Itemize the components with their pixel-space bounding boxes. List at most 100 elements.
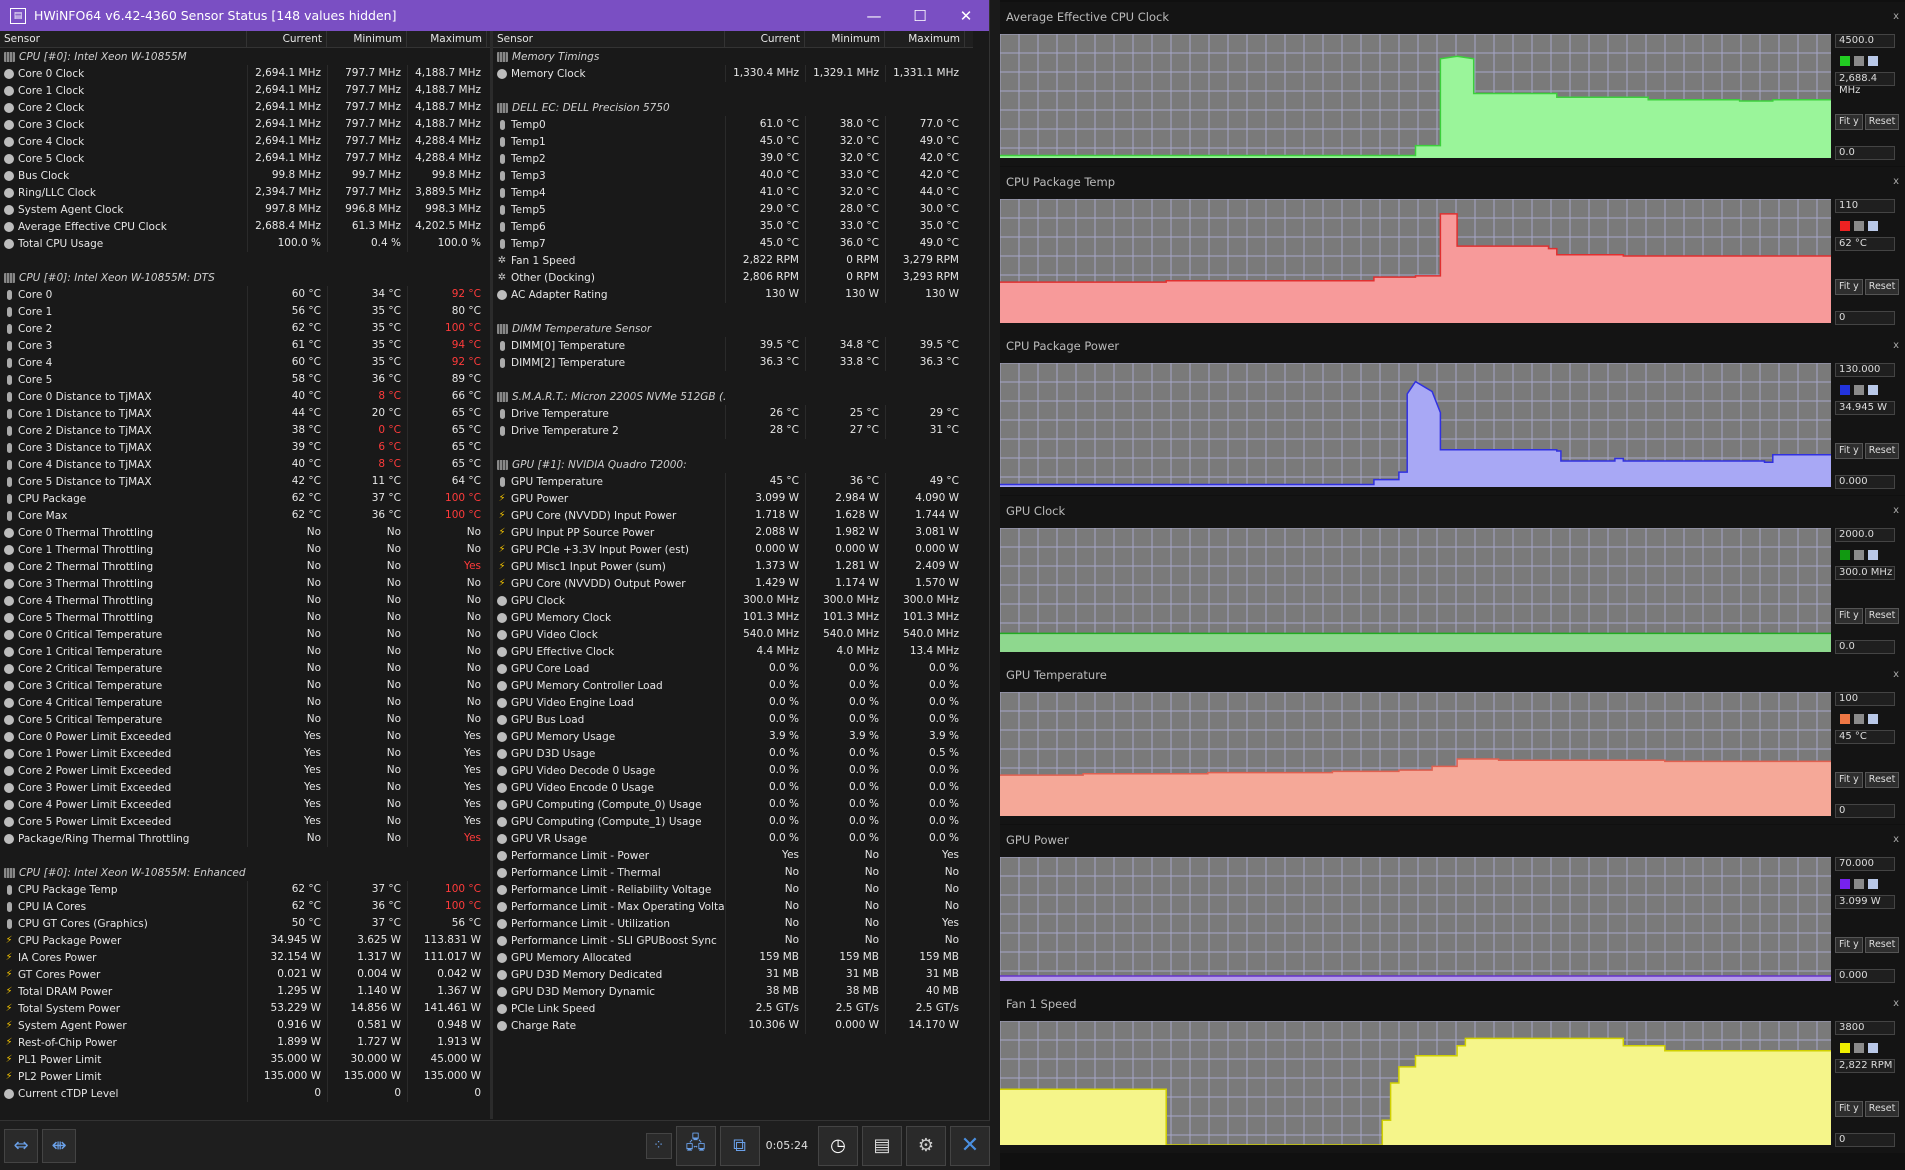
- arrows-left-right-icon[interactable]: ⇔: [4, 1128, 38, 1163]
- sensor-row[interactable]: Core 1 Clock 2,694.1 MHz 797.7 MHz 4,188.7 …: [0, 82, 490, 99]
- series-color-swatch[interactable]: [1840, 549, 1850, 560]
- sensor-row[interactable]: ⚡ IA Cores Power 32.154 W 1.317 W 111.017 W: [0, 949, 490, 966]
- fit-y-button[interactable]: Fit y: [1835, 772, 1863, 788]
- sensor-row[interactable]: ⚡ GPU PCIe +3.3V Input Power (est) 0.000 W…: [493, 541, 973, 558]
- sensor-row[interactable]: ✲ Other (Docking) 2,806 RPM 0 RPM 3,293 RPM: [493, 269, 973, 286]
- bg-swatch[interactable]: [1868, 385, 1878, 395]
- sensor-row[interactable]: ⚡ GPU Core (NVVDD) Input Power 1.718 W 1.62…: [493, 507, 973, 524]
- bg-swatch[interactable]: [1868, 1043, 1878, 1053]
- close-graph-icon[interactable]: x: [1893, 11, 1899, 22]
- close-graph-icon[interactable]: x: [1893, 505, 1899, 516]
- sensor-row[interactable]: Core 2 Clock 2,694.1 MHz 797.7 MHz 4,188.7 …: [0, 99, 490, 116]
- col-minimum[interactable]: Minimum: [805, 31, 885, 47]
- reset-button[interactable]: Reset: [1864, 1101, 1900, 1117]
- report-icon[interactable]: ▤: [862, 1125, 902, 1166]
- sensor-row[interactable]: Core 4 Distance to TjMAX 40 °C 8 °C 65 °C: [0, 456, 490, 473]
- gray-swatch[interactable]: [1854, 385, 1864, 395]
- fit-y-button[interactable]: Fit y: [1835, 1101, 1863, 1117]
- bg-swatch[interactable]: [1868, 878, 1878, 889]
- sensor-row[interactable]: GPU Core Load 0.0 % 0.0 % 0.0 %: [493, 660, 973, 677]
- sensor-row[interactable]: ⚡ Total DRAM Power 1.295 W 1.140 W 1.367 W: [0, 983, 490, 1000]
- gray-swatch[interactable]: [1854, 56, 1864, 66]
- sensor-row[interactable]: System Agent Clock 997.8 MHz 996.8 MHz 998.…: [0, 201, 490, 218]
- col-sensor[interactable]: Sensor: [493, 31, 725, 47]
- col-current[interactable]: Current: [725, 31, 805, 47]
- sensor-row[interactable]: Temp3 40.0 °C 33.0 °C 42.0 °C: [493, 167, 973, 184]
- bg-swatch[interactable]: [1868, 56, 1878, 66]
- sensor-row[interactable]: Core 5 Distance to TjMAX 42 °C 11 °C 64 °C: [0, 473, 490, 490]
- sensor-row[interactable]: Core 0 Distance to TjMAX 40 °C 8 °C 66 °C: [0, 388, 490, 405]
- sensor-row[interactable]: Charge Rate 10.306 W 0.000 W 14.170 W: [493, 1017, 973, 1034]
- sensor-row[interactable]: Package/Ring Thermal Throttling No No Yes: [0, 830, 490, 847]
- sensor-row[interactable]: ⚡ GPU Misc1 Input Power (sum) 1.373 W 1.281…: [493, 558, 973, 575]
- sensor-row[interactable]: Performance Limit - Thermal No No No: [493, 864, 973, 881]
- sensor-row[interactable]: ⚡ GPU Input PP Source Power 2.088 W 1.982 W…: [493, 524, 973, 541]
- network-icon[interactable]: 🖧: [675, 1125, 716, 1166]
- sensor-row[interactable]: Performance Limit - Max Operating Voltag…: [493, 898, 973, 915]
- sensor-row[interactable]: Core 3 Thermal Throttling No No No: [0, 575, 490, 592]
- sensor-row[interactable]: Core 2 62 °C 35 °C 100 °C: [0, 320, 490, 337]
- sensor-row[interactable]: Core 0 60 °C 34 °C 92 °C: [0, 286, 490, 303]
- graph-canvas[interactable]: [1000, 856, 1831, 981]
- sensor-row[interactable]: Temp6 35.0 °C 33.0 °C 35.0 °C: [493, 218, 973, 235]
- gray-swatch[interactable]: [1854, 220, 1864, 231]
- col-sensor[interactable]: Sensor: [0, 31, 247, 47]
- sensor-row[interactable]: ⚡ GT Cores Power 0.021 W 0.004 W 0.042 W: [0, 966, 490, 983]
- col-maximum[interactable]: Maximum: [407, 31, 487, 47]
- sensor-row[interactable]: Core 5 Clock 2,694.1 MHz 797.7 MHz 4,288.4 …: [0, 150, 490, 167]
- sensor-row[interactable]: DIMM[0] Temperature 39.5 °C 34.8 °C 39.5 °C: [493, 337, 973, 354]
- sensor-row[interactable]: GPU VR Usage 0.0 % 0.0 % 0.0 %: [493, 830, 973, 847]
- fit-y-button[interactable]: Fit y: [1835, 443, 1863, 459]
- group-header[interactable]: Memory Timings: [493, 48, 973, 65]
- sensor-row[interactable]: Core 1 Distance to TjMAX 44 °C 20 °C 65 °C: [0, 405, 490, 422]
- series-color-swatch[interactable]: [1840, 1043, 1850, 1053]
- group-header[interactable]: GPU [#1]: NVIDIA Quadro T2000:: [493, 456, 973, 473]
- sensor-row[interactable]: ⚡ GPU Power 3.099 W 2.984 W 4.090 W: [493, 490, 973, 507]
- close-graph-icon[interactable]: x: [1893, 669, 1899, 680]
- fit-y-button[interactable]: Fit y: [1835, 607, 1863, 624]
- sensor-row[interactable]: GPU Video Clock 540.0 MHz 540.0 MHz 540.0 M…: [493, 626, 973, 643]
- sensor-row[interactable]: CPU Package Temp 62 °C 37 °C 100 °C: [0, 881, 490, 898]
- group-header[interactable]: S.M.A.R.T.: Micron 2200S NVMe 512GB (...: [493, 388, 973, 405]
- sensor-row[interactable]: GPU D3D Memory Dynamic 38 MB 38 MB 40 MB: [493, 983, 973, 1000]
- sensor-row[interactable]: Core 3 Critical Temperature No No No: [0, 677, 490, 694]
- reset-button[interactable]: Reset: [1864, 443, 1900, 459]
- series-color-swatch[interactable]: [1840, 878, 1850, 889]
- reset-button[interactable]: Reset: [1864, 278, 1900, 295]
- sensor-row[interactable]: Core 1 Critical Temperature No No No: [0, 643, 490, 660]
- sensor-row[interactable]: GPU Clock 300.0 MHz 300.0 MHz 300.0 MHz: [493, 592, 973, 609]
- fit-y-button[interactable]: Fit y: [1835, 114, 1863, 130]
- sensor-row[interactable]: CPU IA Cores 62 °C 36 °C 100 °C: [0, 898, 490, 915]
- sensor-row[interactable]: ⚡ GPU Core (NVVDD) Output Power 1.429 W 1.1…: [493, 575, 973, 592]
- right-sensor-pane[interactable]: Sensor Current Minimum Maximum Memory Ti…: [493, 31, 973, 1119]
- sensor-row[interactable]: Temp5 29.0 °C 28.0 °C 30.0 °C: [493, 201, 973, 218]
- maximize-button[interactable]: ☐: [897, 0, 943, 31]
- sensor-row[interactable]: GPU Video Decode 0 Usage 0.0 % 0.0 % 0.0 %: [493, 762, 973, 779]
- fit-y-button[interactable]: Fit y: [1835, 278, 1863, 295]
- sensor-row[interactable]: Core 3 Clock 2,694.1 MHz 797.7 MHz 4,188.7 …: [0, 116, 490, 133]
- sensor-row[interactable]: Core 2 Critical Temperature No No No: [0, 660, 490, 677]
- sensor-row[interactable]: Core 4 Clock 2,694.1 MHz 797.7 MHz 4,288.4 …: [0, 133, 490, 150]
- graph-canvas[interactable]: [1000, 527, 1831, 652]
- close-graph-icon[interactable]: x: [1893, 340, 1899, 351]
- sensor-row[interactable]: Performance Limit - SLI GPUBoost Sync No N…: [493, 932, 973, 949]
- graph-canvas[interactable]: [1000, 34, 1831, 158]
- sensor-row[interactable]: Core 0 Thermal Throttling No No No: [0, 524, 490, 541]
- close-button[interactable]: ✕: [943, 0, 989, 31]
- sensor-row[interactable]: GPU D3D Usage 0.0 % 0.0 % 0.5 %: [493, 745, 973, 762]
- series-color-swatch[interactable]: [1840, 385, 1850, 395]
- sensor-row[interactable]: GPU Computing (Compute_1) Usage 0.0 % 0.0 …: [493, 813, 973, 830]
- sensor-row[interactable]: GPU Bus Load 0.0 % 0.0 % 0.0 %: [493, 711, 973, 728]
- sensor-row[interactable]: Performance Limit - Power Yes No Yes: [493, 847, 973, 864]
- sensor-row[interactable]: Core 0 Power Limit Exceeded Yes No Yes: [0, 728, 490, 745]
- sensor-row[interactable]: Core 4 Critical Temperature No No No: [0, 694, 490, 711]
- sensor-row[interactable]: Temp0 61.0 °C 38.0 °C 77.0 °C: [493, 116, 973, 133]
- group-header[interactable]: DELL EC: DELL Precision 5750: [493, 99, 973, 116]
- close-graph-icon[interactable]: x: [1893, 834, 1899, 845]
- reset-button[interactable]: Reset: [1864, 772, 1900, 788]
- sensor-row[interactable]: Drive Temperature 26 °C 25 °C 29 °C: [493, 405, 973, 422]
- sensor-row[interactable]: Performance Limit - Utilization No No Yes: [493, 915, 973, 932]
- sensor-row[interactable]: GPU Memory Clock 101.3 MHz 101.3 MHz 101.3 …: [493, 609, 973, 626]
- graph-canvas[interactable]: [1000, 692, 1831, 816]
- sensor-row[interactable]: Core 1 Thermal Throttling No No No: [0, 541, 490, 558]
